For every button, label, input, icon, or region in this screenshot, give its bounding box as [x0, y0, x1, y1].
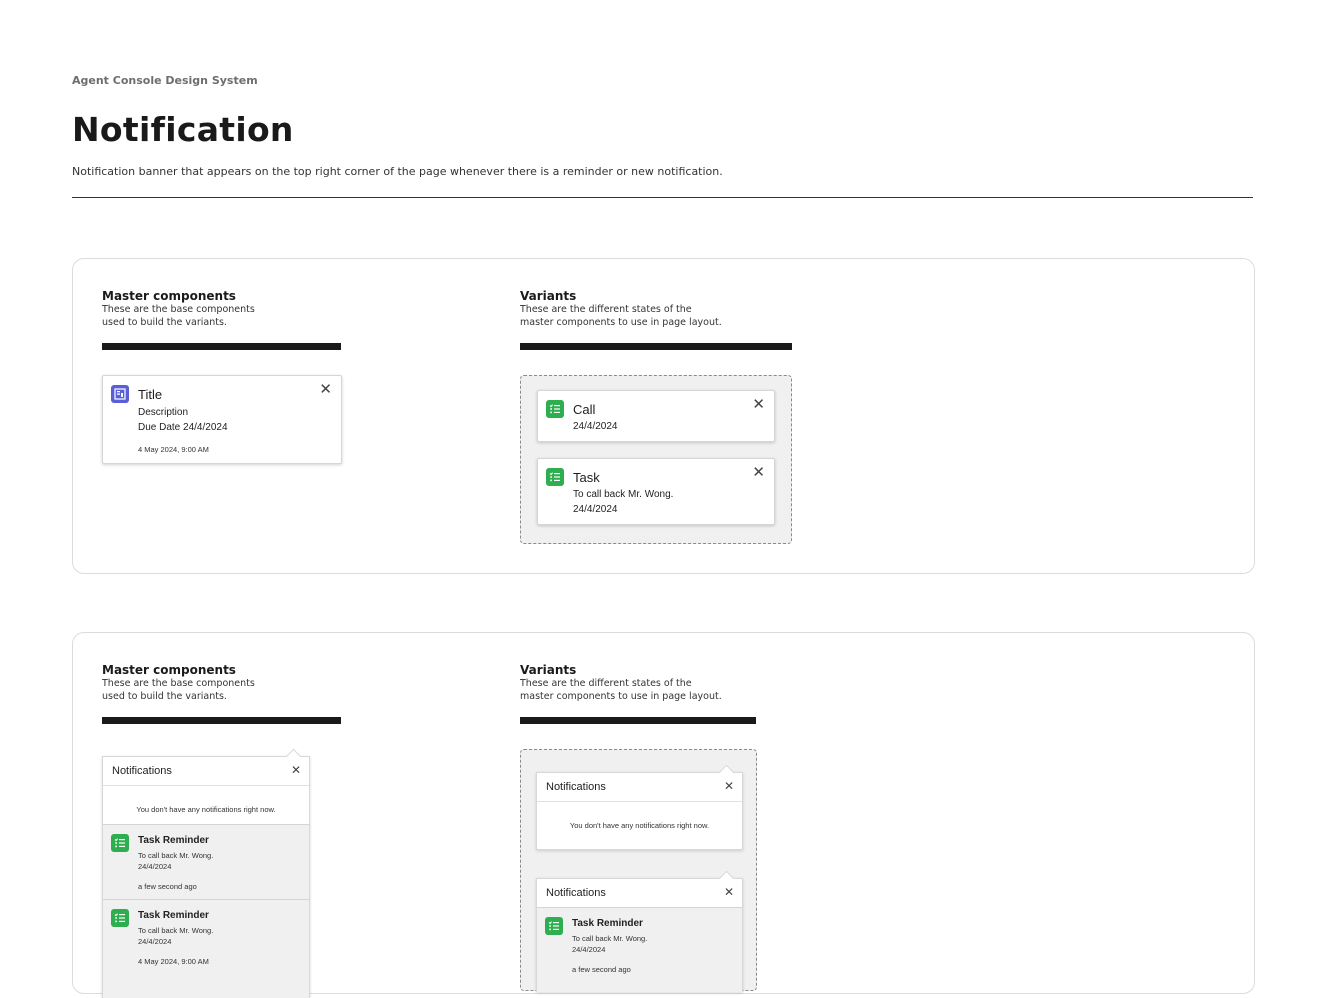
design-system-kicker: Agent Console Design System — [72, 74, 258, 87]
item-title: Task Reminder — [572, 918, 643, 929]
variants-title: Variants — [520, 289, 577, 303]
banner-line: To call back Mr. Wong. — [573, 489, 674, 500]
checklist-icon — [545, 917, 563, 935]
notification-banner-master[interactable]: Title ✕ Description Due Date 24/4/2024 4… — [102, 375, 342, 464]
page-title: Notification — [72, 110, 294, 149]
section-notification-banner: Master components These are the base com… — [72, 258, 1255, 574]
master-components-bar — [102, 343, 341, 350]
item-time: 4 May 2024, 9:00 AM — [138, 957, 209, 966]
banner-timestamp: 4 May 2024, 9:00 AM — [138, 445, 209, 454]
checklist-icon — [111, 834, 129, 852]
close-icon[interactable]: ✕ — [291, 763, 301, 777]
master-components-header: Master components These are the base com… — [102, 289, 322, 329]
item-time: a few second ago — [138, 882, 197, 891]
header-divider — [72, 197, 1253, 198]
variants-title: Variants — [520, 663, 577, 677]
master-components-sub2: used to build the variants. — [102, 691, 227, 702]
banner-title: Task — [573, 470, 600, 485]
banner-title: Call — [573, 402, 596, 417]
banner-date: 24/4/2024 — [573, 504, 618, 515]
master-components-sub2: used to build the variants. — [102, 317, 227, 328]
panel-header: Notifications ✕ — [537, 773, 742, 802]
master-components-title: Master components — [102, 289, 236, 303]
notifications-panel-empty: Notifications ✕ You don't have any notif… — [536, 764, 743, 850]
item-title: Task Reminder — [138, 910, 209, 921]
variants-header: Variants These are the different states … — [520, 663, 740, 703]
notifications-panel-list: Notifications ✕ Task Reminder To call ba… — [536, 870, 743, 992]
checklist-icon — [546, 400, 564, 418]
close-icon[interactable]: ✕ — [752, 465, 765, 481]
panel-title: Notifications — [112, 765, 172, 777]
banner-description: Description — [138, 407, 189, 418]
notification-item[interactable]: Task Reminder To call back Mr. Wong. 24/… — [537, 907, 742, 992]
panel-header: Notifications ✕ — [537, 879, 742, 908]
variants-sub2: master components to use in page layout. — [520, 691, 722, 702]
master-components-sub1: These are the base components — [102, 678, 255, 689]
item-date: 24/4/2024 — [572, 945, 606, 954]
notification-item[interactable]: Task Reminder To call back Mr. Wong. 24/… — [103, 899, 309, 998]
clipboard-icon — [111, 385, 129, 403]
variants-header: Variants These are the different states … — [520, 289, 740, 329]
notification-banner-task[interactable]: Task ✕ To call back Mr. Wong. 24/4/2024 — [537, 458, 775, 525]
close-icon[interactable]: ✕ — [724, 885, 734, 899]
notification-item[interactable]: Task Reminder To call back Mr. Wong. 24/… — [103, 824, 309, 899]
variants-bar — [520, 717, 756, 724]
section-notification-panel: Master components These are the base com… — [72, 632, 1255, 998]
page-description: Notification banner that appears on the … — [72, 165, 723, 178]
variants-sub2: master components to use in page layout. — [520, 317, 722, 328]
item-title: Task Reminder — [138, 835, 209, 846]
master-components-header: Master components These are the base com… — [102, 663, 322, 703]
checklist-icon — [546, 468, 564, 486]
master-components-bar — [102, 717, 341, 724]
variants-sub1: These are the different states of the — [520, 304, 692, 315]
item-date: 24/4/2024 — [138, 862, 172, 871]
banner-due-date: Due Date 24/4/2024 — [138, 422, 228, 433]
banner-title: Title — [138, 387, 163, 402]
master-components-title: Master components — [102, 663, 236, 677]
close-icon[interactable]: ✕ — [724, 779, 734, 793]
variants-bar — [520, 343, 792, 350]
close-icon[interactable]: ✕ — [319, 382, 332, 398]
variants-sub1: These are the different states of the — [520, 678, 692, 689]
notifications-panel-master: Notifications ✕ You don't have any notif… — [102, 748, 310, 998]
banner-date: 24/4/2024 — [573, 421, 618, 432]
master-components-sub1: These are the base components — [102, 304, 255, 315]
item-date: 24/4/2024 — [138, 937, 172, 946]
empty-state-text: You don't have any notifications right n… — [569, 821, 710, 830]
item-line: To call back Mr. Wong. — [138, 926, 214, 935]
panel-title: Notifications — [546, 781, 606, 793]
empty-state-text: You don't have any notifications right n… — [136, 805, 276, 814]
checklist-icon — [111, 909, 129, 927]
panel-header: Notifications ✕ — [103, 757, 309, 786]
panel-title: Notifications — [546, 887, 606, 899]
item-line: To call back Mr. Wong. — [138, 851, 214, 860]
variants-container: Call ✕ 24/4/2024 Task ✕ To call back Mr.… — [520, 375, 792, 544]
item-line: To call back Mr. Wong. — [572, 934, 648, 943]
close-icon[interactable]: ✕ — [752, 397, 765, 413]
notification-banner-call[interactable]: Call ✕ 24/4/2024 — [537, 390, 775, 442]
variants-container: Notifications ✕ You don't have any notif… — [520, 749, 757, 992]
